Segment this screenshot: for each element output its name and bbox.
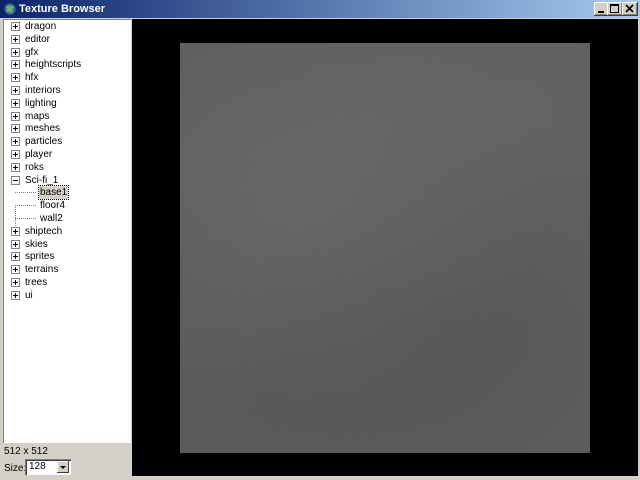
texture-folder-tree[interactable]: dragon editor gfx heightscripts hfx interiors…	[3, 19, 131, 443]
tree-child-item[interactable]: base1	[3, 185, 131, 201]
collapse-icon[interactable]	[11, 175, 20, 185]
chevron-down-icon	[60, 466, 66, 469]
title-bar[interactable]: Texture Browser	[0, 0, 640, 18]
tree-item-label: dragon	[25, 21, 57, 32]
tree-item[interactable]: player	[3, 148, 131, 161]
tree-item-label: maps	[25, 110, 50, 122]
tree-item[interactable]: ui	[3, 289, 131, 302]
tree-item[interactable]: shiptech	[3, 225, 131, 238]
expand-icon[interactable]	[11, 290, 20, 300]
tree-item-label: skies	[25, 238, 48, 250]
tree-item-label: lighting	[25, 97, 57, 109]
size-value: 128	[29, 461, 46, 472]
tree-item[interactable]: maps	[3, 110, 131, 123]
window-title: Texture Browser	[19, 3, 105, 15]
tree-item-label: player	[25, 149, 53, 160]
expand-icon[interactable]	[11, 34, 20, 44]
tree-child-item[interactable]: wall2	[3, 212, 131, 225]
tree-item-label: terrains	[25, 264, 59, 276]
tree-item-label: editor	[25, 33, 51, 45]
tree-child-item[interactable]: floor4	[3, 199, 131, 212]
tree-item[interactable]: skies	[3, 238, 131, 251]
tree-item[interactable]: hfx	[3, 71, 131, 84]
app-globe-icon	[3, 2, 17, 16]
tree-item-label: gfx	[25, 46, 39, 58]
tree-item[interactable]: editor	[3, 33, 131, 46]
tree-child-label: base1	[37, 185, 70, 201]
texture-preview-image	[180, 43, 590, 453]
expand-icon[interactable]	[11, 278, 20, 287]
expand-icon[interactable]	[11, 137, 20, 147]
tree-item-label: particles	[25, 136, 63, 148]
tree-item[interactable]: meshes	[3, 122, 131, 135]
tree-item[interactable]: heightscripts	[3, 58, 131, 71]
expand-icon[interactable]	[11, 124, 20, 134]
expand-icon[interactable]	[11, 73, 20, 83]
tree-item[interactable]: terrains	[3, 263, 131, 276]
maximize-icon	[610, 4, 619, 13]
expand-icon[interactable]	[11, 239, 20, 249]
expand-icon[interactable]	[11, 111, 20, 121]
tree-item[interactable]: roks	[3, 161, 131, 174]
expand-icon[interactable]	[11, 22, 20, 31]
tree-child-label: floor4	[40, 200, 66, 212]
expand-icon[interactable]	[11, 86, 20, 95]
expand-icon[interactable]	[11, 150, 20, 159]
expand-icon[interactable]	[11, 252, 20, 262]
size-label: Size:	[4, 463, 27, 474]
tree-item[interactable]: lighting	[3, 97, 131, 110]
dropdown-button[interactable]	[57, 461, 69, 473]
tree-item-label: meshes	[25, 123, 61, 135]
tree-item-label: ui	[25, 289, 33, 301]
close-button[interactable]	[622, 2, 638, 16]
tree-item-label: hfx	[25, 72, 39, 84]
maximize-button[interactable]	[607, 2, 623, 16]
tree-item-label: sprites	[25, 251, 55, 263]
tree-item[interactable]: sprites	[3, 250, 131, 263]
tree-item-label: heightscripts	[25, 59, 82, 71]
texture-dimensions: 512 x 512	[4, 446, 48, 457]
close-icon	[625, 4, 634, 13]
tree-item-label: roks	[25, 161, 44, 173]
tree-item-label: trees	[25, 277, 48, 288]
texture-preview-area	[132, 19, 638, 476]
expand-icon[interactable]	[11, 162, 20, 172]
expand-icon[interactable]	[11, 226, 20, 236]
size-dropdown[interactable]: 128	[25, 459, 71, 475]
tree-child-label: wall2	[40, 213, 63, 224]
tree-item[interactable]: dragon	[3, 20, 131, 33]
tree-item[interactable]: particles	[3, 135, 131, 148]
tree-item[interactable]: gfx	[3, 46, 131, 59]
texture-browser-window: Texture Browser dragon editor gfx heightscr…	[0, 0, 640, 480]
expand-icon[interactable]	[11, 98, 20, 108]
tree-item-label: interiors	[25, 85, 61, 96]
tree-item[interactable]: trees	[3, 276, 131, 289]
tree-item[interactable]: Sci-fi_1	[3, 174, 131, 187]
tree-item-label: Sci-fi_1	[25, 174, 59, 186]
tree-item[interactable]: interiors	[3, 84, 131, 97]
expand-icon[interactable]	[11, 47, 20, 57]
expand-icon[interactable]	[11, 60, 20, 70]
tree-item-label: shiptech	[25, 225, 63, 237]
expand-icon[interactable]	[11, 265, 20, 275]
